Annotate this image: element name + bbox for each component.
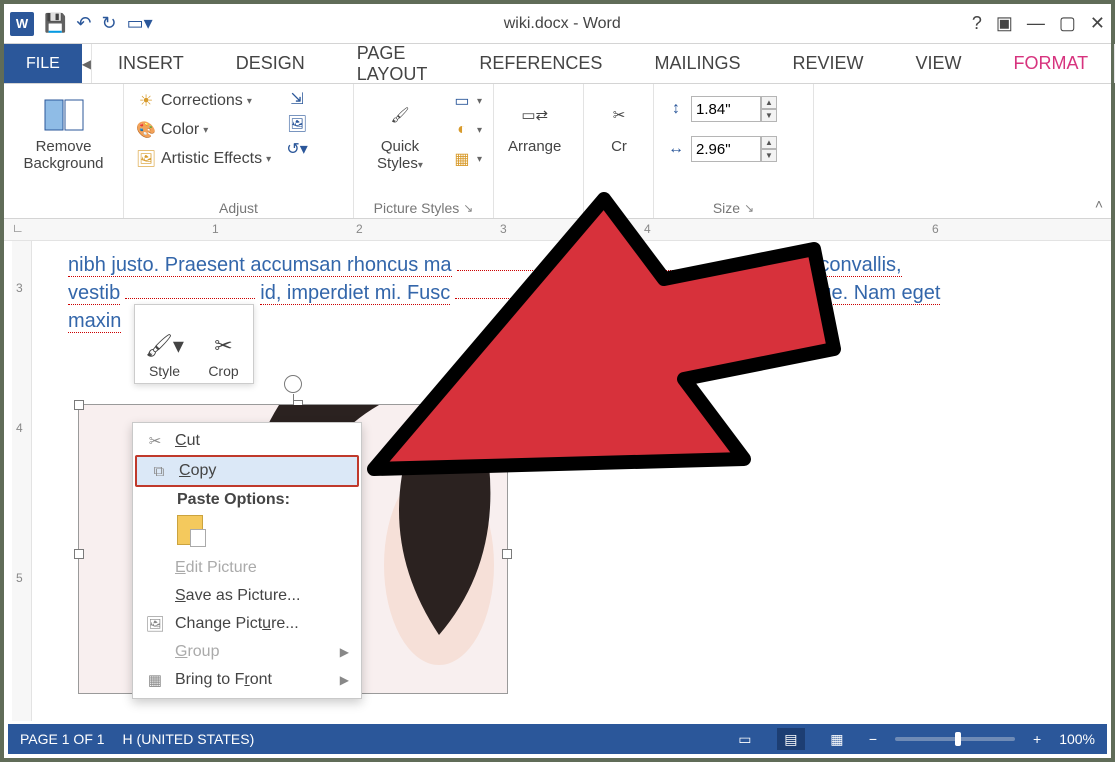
arrange-button[interactable]: ▭⇄ Arrange	[502, 88, 567, 155]
reset-picture-icon[interactable]: ↺▾	[286, 138, 308, 160]
tab-mailings[interactable]: MAILINGS	[628, 44, 766, 83]
ctx-bring-to-front[interactable]: ▦Bring to Front▶	[133, 666, 361, 694]
page-indicator[interactable]: PAGE 1 OF 1	[20, 731, 105, 747]
undo-icon[interactable]: ↶	[76, 13, 91, 34]
ctx-edit-picture: Edit Picture	[133, 554, 361, 582]
tabs-scroll-left[interactable]: ◀	[82, 44, 92, 83]
arrange-icon: ▭⇄	[514, 94, 556, 136]
save-icon[interactable]: 💾	[44, 13, 66, 34]
width-down[interactable]: ▼	[761, 149, 777, 162]
vertical-ruler[interactable]: 3 4 5	[12, 241, 32, 721]
change-picture-ctx-icon: 🖼	[145, 615, 165, 633]
picture-effects-button[interactable]: ◐▾	[448, 117, 485, 143]
cut-icon: ✂	[145, 432, 165, 450]
ctx-group: Group▶	[133, 638, 361, 666]
quick-styles-icon: 🖌	[379, 94, 421, 136]
paste-options-label: Paste Options:	[133, 487, 361, 511]
title-bar: W 💾 ↶ ↻ ▭▾ wiki.docx - Word ? ▣ — ▢ ✕	[4, 4, 1111, 44]
language-indicator[interactable]: H (UNITED STATES)	[123, 731, 255, 747]
height-icon: ↕	[665, 98, 687, 120]
status-bar: PAGE 1 OF 1 H (UNITED STATES) ▭ ▤ ▦ − + …	[8, 724, 1107, 754]
ctx-cut[interactable]: ✂Cut	[133, 427, 361, 455]
ribbon-tabs: FILE ◀ INSERT DESIGN PAGE LAYOUT REFEREN…	[4, 44, 1111, 84]
print-layout-icon[interactable]: ▤	[777, 728, 805, 750]
read-mode-icon[interactable]: ▭	[731, 728, 759, 750]
height-input[interactable]: ▲▼	[691, 96, 777, 122]
zoom-level[interactable]: 100%	[1059, 731, 1095, 747]
tab-review[interactable]: REVIEW	[766, 44, 889, 83]
remove-background-icon	[43, 94, 85, 136]
copy-icon: ⧉	[149, 463, 169, 480]
tab-format[interactable]: FORMAT	[988, 44, 1115, 83]
tab-insert[interactable]: INSERT	[92, 44, 210, 83]
collapse-ribbon-icon[interactable]: ˄	[1095, 196, 1103, 212]
crop-button[interactable]: ✂ Cr	[592, 88, 646, 155]
change-picture-icon[interactable]: 🖼	[286, 113, 308, 135]
ctx-copy[interactable]: ⧉Copy	[135, 455, 359, 487]
mini-crop-button[interactable]: ✂ Crop	[194, 305, 253, 383]
artistic-effects-icon: 🖼	[135, 148, 157, 170]
mini-toolbar: 🖌▾ Style ✂ Crop	[134, 304, 254, 384]
remove-background-label: Remove Background	[18, 138, 109, 172]
window-title: wiki.docx - Word	[153, 15, 972, 33]
color-button[interactable]: 🎨Color▾	[132, 117, 274, 143]
word-app-icon: W	[10, 12, 34, 36]
help-icon[interactable]: ?	[972, 13, 982, 34]
color-icon: 🎨	[135, 119, 157, 141]
web-layout-icon[interactable]: ▦	[823, 728, 851, 750]
height-up[interactable]: ▲	[761, 96, 777, 109]
height-down[interactable]: ▼	[761, 109, 777, 122]
style-icon: 🖌▾	[145, 333, 184, 359]
tab-file[interactable]: FILE	[4, 44, 82, 83]
tab-design[interactable]: DESIGN	[210, 44, 331, 83]
group-adjust-label: Adjust	[132, 198, 345, 216]
picture-border-button[interactable]: ▭▾	[448, 88, 485, 114]
ctx-change-picture[interactable]: 🖼Change Picture...	[133, 610, 361, 638]
corrections-icon: ☀	[135, 90, 157, 112]
remove-background-button[interactable]: Remove Background	[12, 88, 115, 172]
bring-front-icon: ▦	[145, 671, 165, 689]
width-input[interactable]: ▲▼	[691, 136, 777, 162]
close-icon[interactable]: ✕	[1090, 13, 1105, 34]
tab-view[interactable]: VIEW	[890, 44, 988, 83]
zoom-out-button[interactable]: −	[869, 731, 877, 747]
compress-pictures-icon[interactable]: ⇲	[286, 88, 308, 110]
maximize-icon[interactable]: ▢	[1059, 13, 1076, 34]
crop-mini-icon: ✂	[214, 333, 232, 359]
paste-option-icon[interactable]	[177, 515, 203, 545]
tab-references[interactable]: REFERENCES	[453, 44, 628, 83]
quick-styles-button[interactable]: 🖌 Quick Styles▾	[362, 88, 438, 174]
customize-qat-icon[interactable]: ▭▾	[127, 13, 153, 34]
corrections-button[interactable]: ☀Corrections▾	[132, 88, 274, 114]
redo-icon[interactable]: ↻	[102, 13, 117, 34]
minimize-icon[interactable]: —	[1027, 13, 1045, 34]
rotate-handle[interactable]	[284, 375, 302, 393]
mini-style-button[interactable]: 🖌▾ Style	[135, 305, 194, 383]
picture-layout-button[interactable]: ▦▾	[448, 146, 485, 172]
picture-layout-icon: ▦	[451, 148, 473, 170]
context-menu: ✂Cut ⧉Copy Paste Options: Edit Picture S…	[132, 422, 362, 699]
width-icon: ↔	[665, 138, 687, 160]
submenu-arrow-icon: ▶	[340, 645, 349, 659]
annotation-arrow	[344, 179, 864, 549]
zoom-slider[interactable]	[895, 737, 1015, 741]
submenu-arrow-icon: ▶	[340, 673, 349, 687]
ribbon-display-icon[interactable]: ▣	[996, 13, 1013, 34]
tab-page-layout[interactable]: PAGE LAYOUT	[331, 44, 454, 83]
picture-border-icon: ▭	[451, 90, 473, 112]
crop-icon: ✂	[598, 94, 640, 136]
artistic-effects-button[interactable]: 🖼Artistic Effects▾	[132, 146, 274, 172]
picture-effects-icon: ◐	[451, 119, 473, 141]
ctx-save-as-picture[interactable]: Save as Picture...	[133, 582, 361, 610]
zoom-in-button[interactable]: +	[1033, 731, 1041, 747]
width-up[interactable]: ▲	[761, 136, 777, 149]
